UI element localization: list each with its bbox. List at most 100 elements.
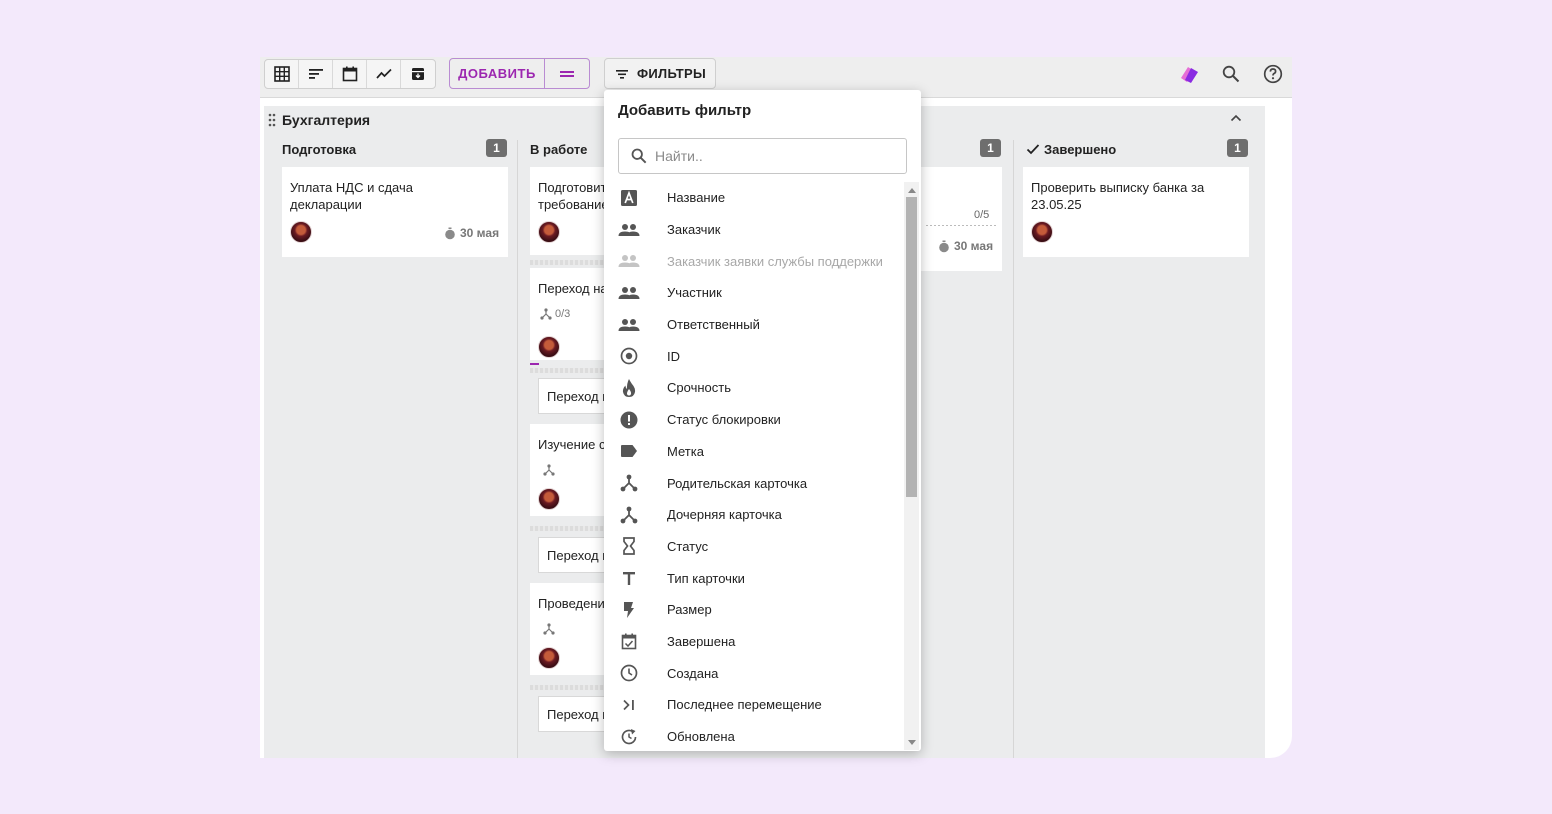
- swimlane-title: Бухгалтерия: [282, 112, 371, 128]
- filter-option-label: Метка: [667, 443, 704, 459]
- filter-option-created[interactable]: Создана: [604, 657, 904, 689]
- filter-option-label: Размер: [667, 602, 712, 618]
- kanban-card[interactable]: Подготовит требование: [530, 167, 610, 255]
- help-button[interactable]: [1261, 62, 1285, 86]
- card-title-line: Подготовит: [538, 180, 607, 195]
- card-title: Переход н: [547, 548, 610, 563]
- filter-option-label: Завершена: [667, 633, 736, 649]
- filter-option-label: Последнее перемещение: [667, 697, 822, 713]
- cards-button[interactable]: [1177, 62, 1201, 86]
- filter-option-id[interactable]: ID: [604, 340, 904, 372]
- filter-option-size[interactable]: Размер: [604, 594, 904, 626]
- text-box-icon: [618, 187, 640, 209]
- cards-logo-icon: [1181, 67, 1198, 83]
- filter-option-card-type[interactable]: Тип карточки: [604, 562, 904, 594]
- add-options-button[interactable]: [545, 59, 589, 88]
- filter-option-responsible[interactable]: Ответственный: [604, 309, 904, 341]
- calendar-icon: [342, 66, 357, 82]
- avatar[interactable]: [538, 647, 560, 669]
- column-title-in-progress: В работе: [530, 141, 588, 157]
- label-icon: [618, 440, 640, 462]
- filter-option-parent-card[interactable]: Родительская карточка: [604, 467, 904, 499]
- kanban-card[interactable]: Переход н: [538, 378, 610, 414]
- column-divider: [517, 140, 518, 758]
- archive-icon: [412, 68, 424, 80]
- scroll-down-arrow[interactable]: [908, 740, 916, 745]
- card-title: Переход на: [538, 281, 608, 296]
- card-title: Проверить выписку банка за 23.05.25: [1031, 179, 1204, 213]
- kanban-card[interactable]: Переход на 0/3: [530, 268, 610, 360]
- filter-option-status[interactable]: Статус: [604, 531, 904, 563]
- filter-option-tag[interactable]: Метка: [604, 436, 904, 468]
- avatar[interactable]: [538, 221, 560, 243]
- scroll-up-arrow[interactable]: [908, 188, 916, 193]
- list-view-button[interactable]: [299, 60, 333, 88]
- column-title-text: Завершено: [1044, 141, 1117, 157]
- filter-option-block-status[interactable]: Статус блокировки: [604, 404, 904, 436]
- filter-option-label: Родительская карточка: [667, 475, 808, 491]
- filter-option-last-move[interactable]: Последнее перемещение: [604, 689, 904, 721]
- list-icon: [308, 69, 323, 79]
- avatar[interactable]: [290, 221, 312, 243]
- filter-option-member[interactable]: Участник: [604, 277, 904, 309]
- subtask-counter: [543, 464, 555, 476]
- search-button[interactable]: [1219, 62, 1243, 86]
- chart-view-button[interactable]: [367, 60, 401, 88]
- filter-option-updated[interactable]: Обновлена: [604, 721, 904, 753]
- filters-button[interactable]: ФИЛЬТРЫ: [604, 58, 716, 89]
- search-icon: [631, 148, 647, 164]
- card-separator: [530, 368, 610, 373]
- filter-search-box: [618, 138, 907, 174]
- filters-label: ФИЛЬТРЫ: [637, 66, 707, 81]
- checklist-counter: 0/5: [974, 209, 990, 221]
- scrollbar-thumb[interactable]: [906, 197, 917, 497]
- avatar[interactable]: [538, 488, 560, 510]
- dropdown-title: Добавить фильтр: [618, 102, 752, 119]
- drag-handle-icon[interactable]: [268, 113, 276, 127]
- avatar[interactable]: [1031, 221, 1053, 243]
- chevron-up-icon[interactable]: [1230, 114, 1242, 122]
- filter-option-label: Статус: [667, 538, 709, 554]
- subtask-counter: 0/3: [540, 308, 570, 320]
- filter-option-label: Статус блокировки: [667, 412, 781, 428]
- check-icon: [1026, 144, 1040, 155]
- swimlane-header[interactable]: Бухгалтерия: [268, 112, 370, 128]
- filter-option-completed[interactable]: Завершена: [604, 626, 904, 658]
- filter-option-urgency[interactable]: Срочность: [604, 372, 904, 404]
- kanban-card[interactable]: Изучение с: [530, 424, 610, 516]
- filter-search-input[interactable]: [655, 148, 885, 164]
- timer-icon: [445, 227, 455, 239]
- chart-icon: [375, 68, 392, 79]
- kanban-card[interactable]: Проверить выписку банка за 23.05.25: [1023, 167, 1249, 257]
- refresh-icon: [618, 726, 640, 748]
- due-date-text: 30 мая: [460, 226, 500, 240]
- archive-view-button[interactable]: [401, 60, 435, 88]
- column-count-badge: 1: [980, 139, 1001, 157]
- card-title-line: Уплата НДС и сдача: [290, 180, 413, 195]
- kanban-card[interactable]: 0/5 30 мая: [920, 167, 1002, 271]
- help-icon: [1263, 64, 1283, 84]
- hierarchy-icon: [618, 504, 640, 526]
- add-button[interactable]: ДОБАВИТЬ: [450, 59, 545, 88]
- filter-option-label: Создана: [667, 665, 719, 681]
- calendar-view-button[interactable]: [333, 60, 367, 88]
- kanban-card[interactable]: Переход н: [538, 696, 610, 732]
- list-scrollbar[interactable]: [904, 182, 919, 750]
- table-view-button[interactable]: [265, 60, 299, 88]
- filter-option-label: Заказчик заявки службы поддержки: [667, 253, 883, 269]
- filter-icon: [616, 69, 628, 79]
- filter-option-label: ID: [667, 348, 680, 364]
- card-title-line: 23.05.25: [1031, 197, 1082, 212]
- column-count-badge: 1: [1227, 139, 1248, 157]
- kanban-card[interactable]: Переход н: [538, 537, 610, 573]
- filter-option-label: Ответственный: [667, 317, 760, 333]
- filter-option-child-card[interactable]: Дочерняя карточка: [604, 499, 904, 531]
- card-title-line: требование: [538, 197, 609, 212]
- filter-option-name[interactable]: Название: [604, 182, 904, 214]
- clock-icon: [618, 662, 640, 684]
- kanban-card[interactable]: Уплата НДС и сдача декларации 30 мая: [282, 167, 508, 257]
- avatar[interactable]: [538, 336, 560, 358]
- kanban-card[interactable]: Проведение: [530, 583, 612, 675]
- filter-option-customer[interactable]: Заказчик: [604, 214, 904, 246]
- column-count-badge: 1: [486, 139, 507, 157]
